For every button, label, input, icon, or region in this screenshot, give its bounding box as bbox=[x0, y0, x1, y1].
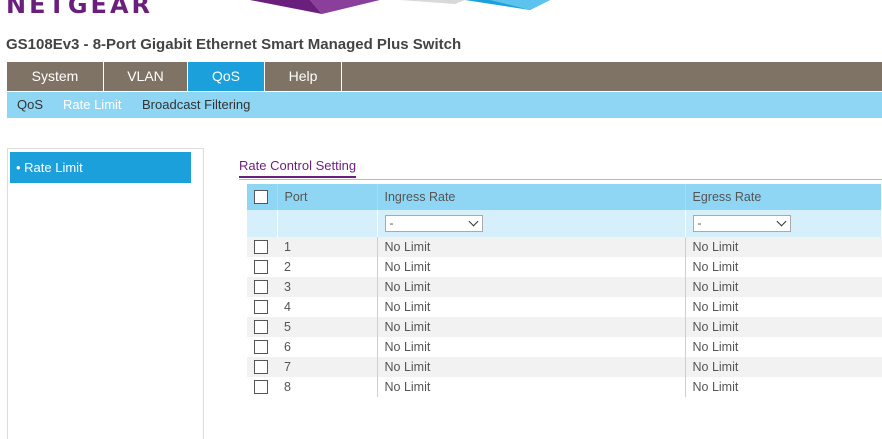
egress-cell: No Limit bbox=[692, 320, 739, 334]
table-row: 6 No Limit No Limit bbox=[247, 337, 882, 357]
ingress-cell: No Limit bbox=[377, 377, 686, 397]
table-row: 8 No Limit No Limit bbox=[247, 377, 882, 397]
egress-cell: No Limit bbox=[692, 380, 739, 394]
row-checkbox[interactable] bbox=[254, 280, 268, 295]
tab-qos[interactable]: QoS bbox=[188, 62, 265, 91]
chevron-down-icon bbox=[468, 216, 478, 227]
port-column-header: Port bbox=[277, 184, 378, 210]
tab-help[interactable]: Help bbox=[265, 62, 342, 91]
table-row: 3 No Limit No Limit bbox=[247, 277, 882, 297]
header-checkbox-cell bbox=[247, 184, 278, 210]
port-cell: 4 bbox=[277, 297, 378, 317]
port-cell: 7 bbox=[277, 357, 378, 377]
netgear-logo: NETGEAR bbox=[6, 0, 153, 19]
rate-control-table: Port Ingress Rate Egress Rate - - 1 No L… bbox=[247, 184, 882, 397]
egress-cell: No Limit bbox=[692, 260, 739, 274]
ingress-cell: No Limit bbox=[377, 297, 686, 317]
egress-column-header: Egress Rate bbox=[685, 184, 882, 210]
egress-cell: No Limit bbox=[692, 240, 739, 254]
egress-rate-select-value: - bbox=[697, 216, 702, 230]
device-title: GS108Ev3 - 8-Port Gigabit Ethernet Smart… bbox=[6, 36, 462, 53]
table-filter-row: - - bbox=[247, 210, 882, 237]
egress-rate-select[interactable]: - bbox=[692, 215, 791, 232]
egress-cell: No Limit bbox=[692, 280, 739, 294]
ingress-cell: No Limit bbox=[377, 237, 686, 257]
egress-cell: No Limit bbox=[692, 300, 739, 314]
section-divider bbox=[239, 179, 882, 180]
tab-vlan[interactable]: VLAN bbox=[104, 62, 188, 91]
ingress-cell: No Limit bbox=[377, 277, 686, 297]
table-row: 5 No Limit No Limit bbox=[247, 317, 882, 337]
ingress-cell: No Limit bbox=[377, 357, 686, 377]
port-cell: 5 bbox=[277, 317, 378, 337]
port-cell: 3 bbox=[277, 277, 378, 297]
subtab-rate-limit[interactable]: Rate Limit bbox=[63, 92, 122, 118]
table-row: 4 No Limit No Limit bbox=[247, 297, 882, 317]
chevron-down-icon bbox=[776, 216, 786, 227]
port-cell: 1 bbox=[277, 237, 378, 257]
subtab-qos[interactable]: QoS bbox=[17, 92, 43, 118]
row-checkbox[interactable] bbox=[254, 340, 268, 355]
port-cell: 8 bbox=[277, 377, 378, 397]
egress-cell: No Limit bbox=[692, 340, 739, 354]
port-cell: 2 bbox=[277, 257, 378, 277]
row-checkbox[interactable] bbox=[254, 320, 268, 335]
left-menu-panel: • Rate Limit bbox=[7, 148, 204, 439]
select-all-checkbox[interactable] bbox=[254, 190, 268, 205]
banner-graphic bbox=[250, 0, 550, 14]
egress-cell: No Limit bbox=[692, 360, 739, 374]
table-row: 7 No Limit No Limit bbox=[247, 357, 882, 377]
sub-nav: QoS Rate Limit Broadcast Filtering bbox=[7, 92, 882, 118]
left-menu-rate-limit[interactable]: • Rate Limit bbox=[10, 152, 191, 183]
row-checkbox[interactable] bbox=[254, 260, 268, 275]
ingress-rate-select[interactable]: - bbox=[384, 215, 483, 232]
section-title: Rate Control Setting bbox=[239, 158, 357, 178]
port-cell: 6 bbox=[277, 337, 378, 357]
ingress-rate-select-value: - bbox=[389, 216, 394, 230]
ingress-cell: No Limit bbox=[377, 257, 686, 277]
subtab-broadcast-filtering[interactable]: Broadcast Filtering bbox=[142, 92, 250, 118]
row-checkbox[interactable] bbox=[254, 300, 268, 315]
row-checkbox[interactable] bbox=[254, 240, 268, 255]
ingress-cell: No Limit bbox=[377, 337, 686, 357]
table-row: 2 No Limit No Limit bbox=[247, 257, 882, 277]
tab-system[interactable]: System bbox=[7, 62, 104, 91]
main-nav: System VLAN QoS Help bbox=[7, 62, 882, 91]
table-row: 1 No Limit No Limit bbox=[247, 237, 882, 257]
table-header-row: Port Ingress Rate Egress Rate bbox=[247, 184, 882, 210]
ingress-cell: No Limit bbox=[377, 317, 686, 337]
row-checkbox[interactable] bbox=[254, 380, 268, 395]
ingress-column-header: Ingress Rate bbox=[377, 184, 686, 210]
row-checkbox[interactable] bbox=[254, 360, 268, 375]
